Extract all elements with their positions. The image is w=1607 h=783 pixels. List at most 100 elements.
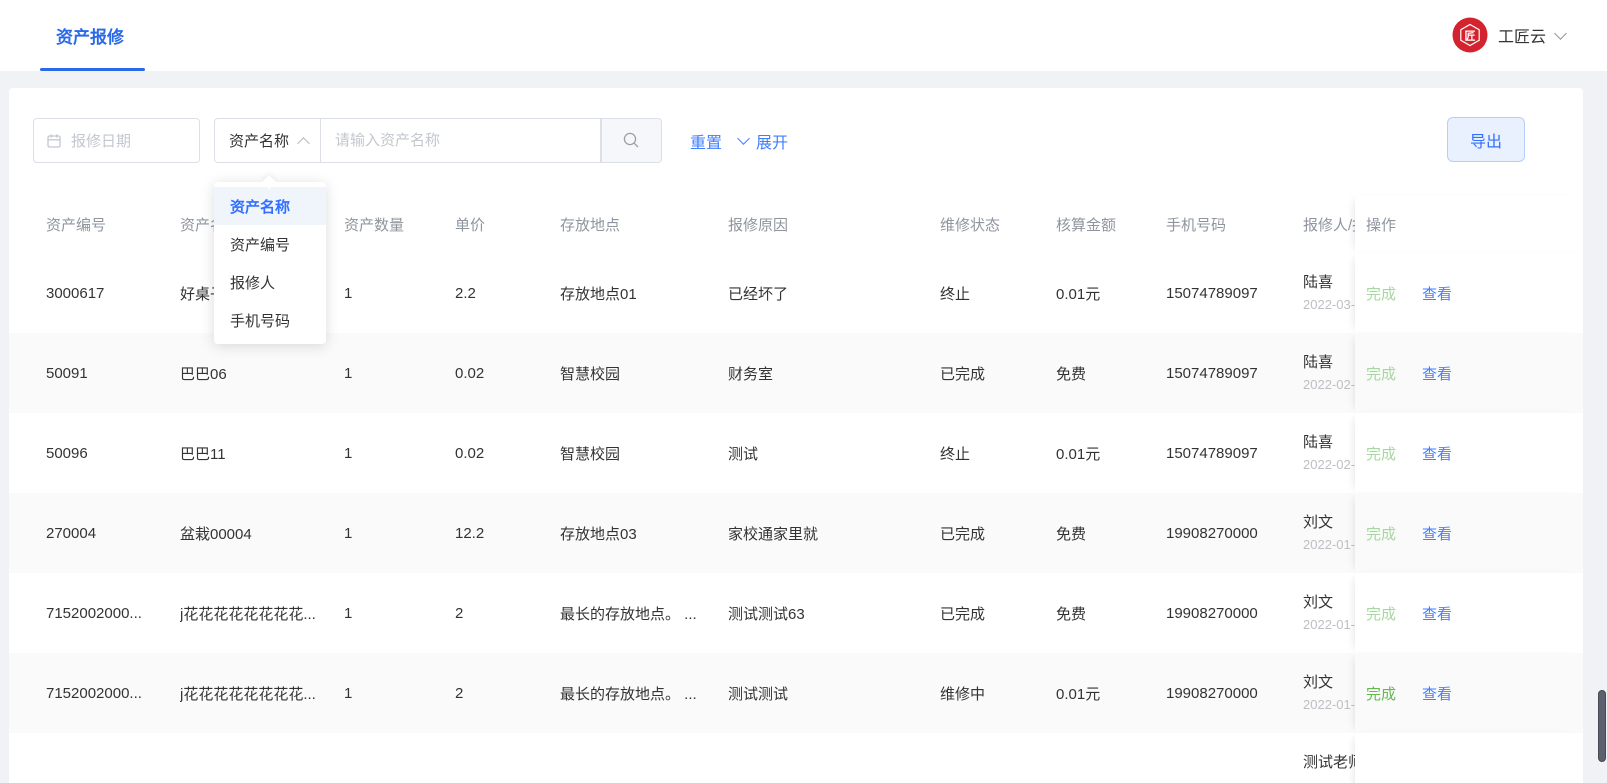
dropdown-option[interactable]: 手机号码 [214, 301, 326, 339]
repair-date-picker[interactable]: 报修日期 [33, 118, 200, 163]
cell-qty: 1 [344, 604, 353, 622]
column-header: 手机号码 [1166, 216, 1227, 234]
vertical-scrollbar-thumb[interactable] [1598, 690, 1606, 762]
cell-qty: 1 [344, 284, 353, 302]
view-link[interactable]: 查看 [1422, 363, 1452, 384]
cell-phone: 19908270000 [1166, 604, 1258, 622]
cell-asset-no: 50091 [46, 364, 88, 382]
column-header: 核算金额 [1056, 216, 1117, 234]
top-nav: 资产报修 匠 工匠云 [0, 0, 1607, 72]
complete-link[interactable]: 完成 [1366, 363, 1396, 384]
cell-location: 存放地点03 [560, 525, 637, 543]
user-menu[interactable]: 匠 工匠云 [1452, 16, 1567, 54]
user-name: 工匠云 [1497, 29, 1546, 46]
cell-location: 最长的存放地点。 ... [560, 605, 697, 623]
cell-qty: 1 [344, 684, 353, 702]
brand-logo-icon: 匠 [1452, 17, 1488, 53]
cell-price: 2.2 [455, 284, 476, 302]
cell-location: 最长的存放地点。 ... [560, 685, 697, 703]
cell-reason: 财务室 [728, 365, 774, 383]
cell-phone: 19908270000 [1166, 684, 1258, 702]
dropdown-option[interactable]: 报修人 [214, 263, 326, 301]
table-row: 7152002000... j花花花花花花花花... 1 2 最长的存放地点。 ... 测… [9, 653, 1583, 733]
cell-amount: 免费 [1056, 365, 1087, 383]
cell-actions: 完成 查看 [1355, 253, 1583, 333]
complete-link[interactable]: 完成 [1366, 283, 1396, 304]
table-row: 测试老师 [9, 733, 1583, 783]
cell-location: 智慧校园 [560, 365, 621, 383]
tab-asset-repair[interactable]: 资产报修 [56, 23, 124, 48]
content-card: 报修日期 资产名称 重置 展开 导出 资产编号资产名称资产数量单价存放地点报修原… [9, 88, 1583, 783]
cell-asset-no: 50096 [46, 444, 88, 462]
cell-qty: 1 [344, 524, 353, 542]
cell-actions: 完成 查看 [1355, 653, 1583, 733]
table-row: 270004 盆栽00004 1 12.2 存放地点03 家校通家里就 已完成 免费 19908… [9, 493, 1583, 573]
cell-phone: 15074789097 [1166, 364, 1258, 382]
search-icon [623, 132, 639, 148]
view-link[interactable]: 查看 [1422, 523, 1452, 544]
view-link[interactable]: 查看 [1422, 603, 1452, 624]
cell-qty: 1 [344, 364, 353, 382]
view-link[interactable]: 查看 [1422, 283, 1452, 304]
expand-button[interactable]: 展开 [737, 118, 788, 163]
cell-status: 维修中 [940, 685, 986, 703]
cell-status: 已完成 [940, 525, 986, 543]
active-tab-underline [40, 68, 145, 71]
complete-link[interactable]: 完成 [1366, 603, 1396, 624]
cell-amount: 免费 [1056, 605, 1087, 623]
column-header: 单价 [455, 216, 486, 234]
cell-actions: 完成 查看 [1355, 573, 1583, 653]
complete-link[interactable]: 完成 [1366, 683, 1396, 704]
cell-asset-name: j花花花花花花花花... [180, 605, 316, 623]
cell-reason: 家校通家里就 [728, 525, 819, 543]
cell-phone: 19908270000 [1166, 524, 1258, 542]
search-type-select[interactable]: 资产名称 [214, 118, 321, 163]
column-header-actions: 操作 [1355, 195, 1583, 253]
table-row: 50096 巴巴11 1 0.02 智慧校园 测试 终止 0.01元 15074789097 陆喜… [9, 413, 1583, 493]
dropdown-option[interactable]: 资产名称 [214, 187, 326, 225]
cell-price: 12.2 [455, 524, 485, 542]
cell-price: 2 [455, 684, 464, 702]
calendar-icon [47, 133, 61, 148]
cell-phone: 15074789097 [1166, 444, 1258, 462]
complete-link[interactable]: 完成 [1366, 443, 1396, 464]
cell-status: 已完成 [940, 365, 986, 383]
cell-asset-name: 盆栽00004 [180, 525, 252, 543]
cell-reason: 已经坏了 [728, 285, 789, 303]
cell-asset-name: j花花花花花花花花... [180, 685, 316, 703]
column-header: 维修状态 [940, 216, 1001, 234]
cell-actions [1355, 733, 1583, 783]
column-header: 报修原因 [728, 216, 789, 234]
cell-reason: 测试 [728, 445, 759, 463]
cell-amount: 0.01元 [1056, 285, 1101, 303]
search-input[interactable] [321, 118, 601, 163]
cell-price: 0.02 [455, 444, 485, 462]
table-row: 7152002000... j花花花花花花花花... 1 2 最长的存放地点。 ... 测… [9, 573, 1583, 653]
cell-actions: 完成 查看 [1355, 333, 1583, 413]
column-header: 资产编号 [46, 216, 107, 234]
cell-status: 已完成 [940, 605, 986, 623]
search-type-dropdown: 资产名称 资产编号 报修人 手机号码 [214, 174, 326, 344]
table-row: 50091 巴巴06 1 0.02 智慧校园 财务室 已完成 免费 15074789097 陆喜 2… [9, 333, 1583, 413]
column-header: 资产数量 [344, 216, 405, 234]
export-button[interactable]: 导出 [1447, 117, 1525, 162]
cell-qty: 1 [344, 444, 353, 462]
search-type-value: 资产名称 [229, 133, 290, 150]
search-button[interactable] [601, 118, 662, 163]
cell-reason: 测试测试 [728, 685, 789, 703]
view-link[interactable]: 查看 [1422, 683, 1452, 704]
cell-asset-name: 巴巴06 [180, 365, 227, 383]
cell-asset-no: 7152002000... [46, 684, 142, 702]
complete-link[interactable]: 完成 [1366, 523, 1396, 544]
cell-price: 0.02 [455, 364, 485, 382]
dropdown-option[interactable]: 资产编号 [214, 225, 326, 263]
search-group: 资产名称 [214, 118, 662, 163]
cell-asset-no: 3000617 [46, 284, 105, 302]
column-header: 存放地点 [560, 216, 621, 234]
reset-button[interactable]: 重置 [690, 118, 722, 163]
cell-amount: 0.01元 [1056, 685, 1101, 703]
cell-amount: 0.01元 [1056, 445, 1101, 463]
view-link[interactable]: 查看 [1422, 443, 1452, 464]
cell-price: 2 [455, 604, 464, 622]
logo-character: 匠 [1464, 29, 1475, 43]
